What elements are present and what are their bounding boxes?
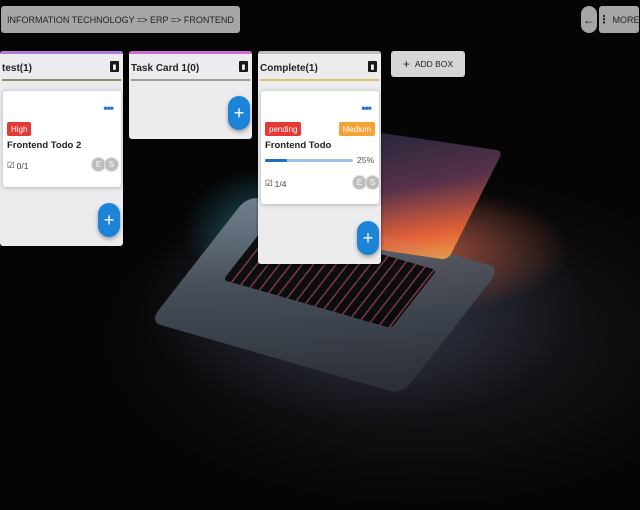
plus-icon: + [233, 102, 245, 123]
column-underline [2, 79, 121, 81]
card-avatars: E S [352, 175, 380, 190]
checkbox-icon: ☑ [7, 160, 15, 170]
arrow-left-icon: ← [583, 12, 595, 27]
delete-column-button[interactable]: ▮ [368, 61, 377, 72]
column-underline [131, 79, 250, 81]
card-avatars: E S [91, 157, 119, 172]
plus-icon: + [362, 227, 374, 248]
checklist-count: ☑ 0/1 [7, 160, 28, 171]
add-box-button[interactable]: + ADD BOX [391, 51, 465, 77]
column-title: Complete(1) [260, 62, 318, 74]
column-complete: Complete(1) ▮ ••• pending Medium Fronten… [258, 51, 381, 264]
task-card[interactable]: ••• pending Medium Frontend Todo 25% ☑ 1… [261, 90, 380, 204]
column-header: Complete(1) ▮ [258, 51, 381, 82]
column-task-card-1: Task Card 1(0) ▮ + [129, 51, 252, 139]
avatar[interactable]: S [104, 157, 119, 172]
plus-icon: + [103, 209, 115, 230]
delete-column-button[interactable]: ▮ [110, 61, 119, 72]
card-menu-icon[interactable]: ••• [103, 101, 114, 115]
delete-column-button[interactable]: ▮ [239, 61, 248, 72]
card-menu-icon[interactable]: ••• [361, 101, 372, 115]
priority-badge: Medium [338, 122, 375, 136]
column-title: test(1) [2, 62, 33, 74]
checklist-count: ☑ 1/4 [265, 178, 286, 189]
progress-bar [265, 159, 353, 162]
more-label: MORE [612, 14, 640, 25]
checklist-value: 0/1 [16, 160, 29, 171]
top-bar: INFORMATION TECHNOLOGY => ERP => FRONTEN… [0, 0, 640, 40]
trash-icon: ▮ [241, 63, 246, 71]
trash-icon: ▮ [112, 63, 117, 71]
add-card-button[interactable]: + [228, 96, 250, 130]
progress-fill [265, 159, 287, 162]
vertical-dots-icon: ⋮ [598, 14, 610, 26]
status-badge: pending [265, 122, 302, 136]
add-box-label: ADD BOX [414, 59, 454, 69]
add-card-button[interactable]: + [357, 221, 379, 255]
add-card-button[interactable]: + [98, 203, 120, 237]
avatar[interactable]: S [365, 175, 380, 190]
column-test: test(1) ▮ ••• High Frontend Todo 2 ☑ 0/1… [0, 51, 123, 246]
priority-badge: High [7, 122, 32, 136]
back-button[interactable]: ← [581, 6, 597, 33]
breadcrumb[interactable]: INFORMATION TECHNOLOGY => ERP => FRONTEN… [1, 6, 240, 33]
progress-percent: 25% [357, 155, 375, 165]
column-underline [260, 79, 379, 81]
column-header: Task Card 1(0) ▮ [129, 51, 252, 82]
column-title: Task Card 1(0) [131, 62, 200, 74]
column-header: test(1) ▮ [0, 51, 123, 82]
plus-icon: + [402, 57, 410, 71]
card-title: Frontend Todo 2 [7, 140, 82, 151]
task-card[interactable]: ••• High Frontend Todo 2 ☑ 0/1 E S [3, 90, 121, 187]
checklist-value: 1/4 [274, 178, 287, 189]
checkbox-icon: ☑ [265, 178, 273, 188]
more-button[interactable]: ⋮ MORE [598, 6, 640, 33]
card-title: Frontend Todo [265, 140, 332, 151]
trash-icon: ▮ [370, 63, 375, 71]
